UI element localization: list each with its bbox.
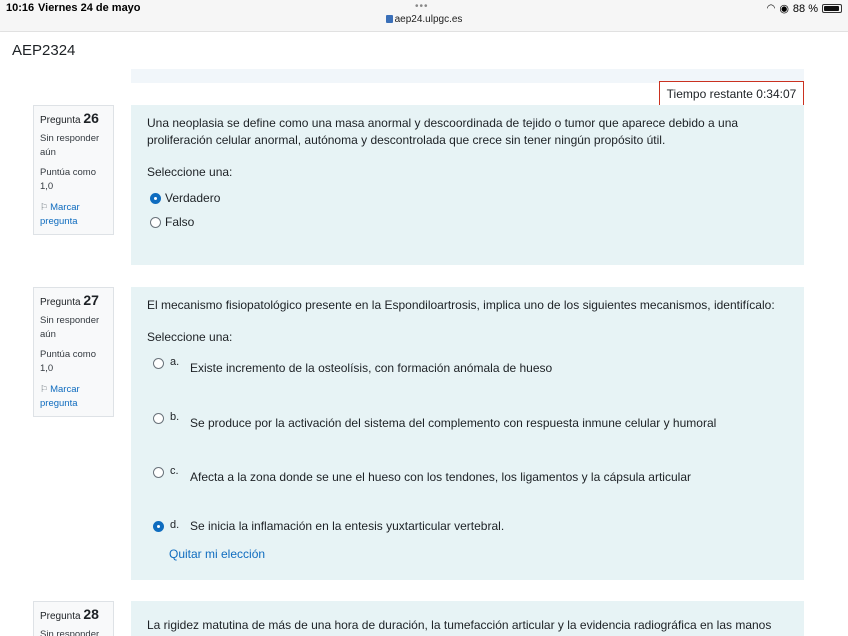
select-prompt: Seleccione una:	[147, 165, 233, 179]
status-date: Viernes 24 de mayo	[38, 2, 141, 14]
radio-true[interactable]	[150, 193, 161, 204]
radio-a[interactable]	[153, 358, 164, 369]
option-label: Falso	[165, 215, 195, 229]
wifi-icon: ◠	[766, 3, 776, 14]
question-info-28: Pregunta 28 Sin responder	[33, 601, 114, 636]
question-box-27: El mecanismo fisiopatológico presente en…	[131, 287, 804, 580]
option-b-text: Se produce por la activación del sistema…	[190, 416, 717, 430]
option-a[interactable]: a.	[153, 356, 179, 369]
option-false[interactable]: Falso	[150, 215, 194, 229]
more-dots-icon[interactable]: •••	[415, 1, 429, 12]
option-d-text: Se inicia la inflamación en la entesis y…	[190, 519, 505, 533]
app-header: AEP2324	[0, 32, 848, 69]
battery-icon	[822, 4, 842, 13]
question-state: Sin responder	[40, 629, 100, 636]
option-b[interactable]: b.	[153, 411, 179, 424]
question-box-26: Una neoplasia se define como una masa an…	[131, 105, 804, 265]
status-bar: 10:16 Viernes 24 de mayo ••• aep24.ulpgc…	[0, 0, 848, 32]
radio-false[interactable]	[150, 217, 161, 228]
question-number: Pregunta 27	[40, 292, 99, 308]
quiz-content: Tiempo restante 0:34:07 Pregunta 26 Sin …	[0, 69, 848, 636]
url-text: aep24.ulpgc.es	[394, 14, 463, 25]
lock-icon	[385, 15, 393, 23]
radio-d[interactable]	[153, 521, 164, 532]
question-text: El mecanismo fisiopatológico presente en…	[147, 298, 775, 312]
course-title[interactable]: AEP2324	[12, 42, 75, 59]
option-letter: a.	[170, 356, 180, 368]
question-number: Pregunta 26	[40, 110, 99, 126]
question-info-26: Pregunta 26 Sin responder aún Puntúa com…	[33, 105, 114, 235]
question-text: La rigidez matutina de más de una hora d…	[147, 618, 772, 632]
option-letter: d.	[170, 519, 180, 531]
flag-icon: ⚐	[40, 384, 49, 394]
option-a-text: Existe incremento de la osteolísis, con …	[190, 361, 553, 375]
radio-b[interactable]	[153, 413, 164, 424]
option-c-text: Afecta a la zona donde se une el hueso c…	[190, 470, 691, 484]
option-label: Verdadero	[165, 191, 221, 205]
flag-icon: ⚐	[40, 202, 49, 212]
address-bar[interactable]: aep24.ulpgc.es	[0, 14, 848, 25]
option-letter: b.	[170, 411, 180, 423]
question-state: Sin responder aún	[40, 315, 100, 340]
option-letter: c.	[170, 465, 179, 477]
question-state: Sin responder aún	[40, 133, 100, 158]
radio-c[interactable]	[153, 467, 164, 478]
question-info-27: Pregunta 27 Sin responder aún Puntúa com…	[33, 287, 114, 417]
flag-question-link[interactable]: ⚐ Marcar pregunta	[40, 200, 107, 229]
select-prompt: Seleccione una:	[147, 330, 233, 344]
flag-question-link[interactable]: ⚐ Marcar pregunta	[40, 382, 107, 411]
question-number: Pregunta 28	[40, 606, 99, 622]
battery-percent: 88 %	[792, 2, 818, 15]
option-true[interactable]: Verdadero	[150, 191, 220, 205]
option-d[interactable]: d.	[153, 519, 179, 532]
question-grade: Puntúa como 1,0	[40, 167, 96, 192]
status-time: 10:16	[6, 2, 35, 14]
question-box-28: La rigidez matutina de más de una hora d…	[131, 601, 804, 636]
clear-choice-link[interactable]: Quitar mi elección	[169, 547, 265, 561]
time-remaining: Tiempo restante 0:34:07	[659, 81, 804, 106]
question-grade: Puntúa como 1,0	[40, 349, 96, 374]
question-text: Una neoplasia se define como una masa an…	[147, 116, 739, 147]
rotation-lock-icon: ◉	[779, 3, 789, 15]
status-indicators: ◠ ◉ 88 %	[767, 2, 842, 15]
option-c[interactable]: c.	[153, 465, 179, 478]
